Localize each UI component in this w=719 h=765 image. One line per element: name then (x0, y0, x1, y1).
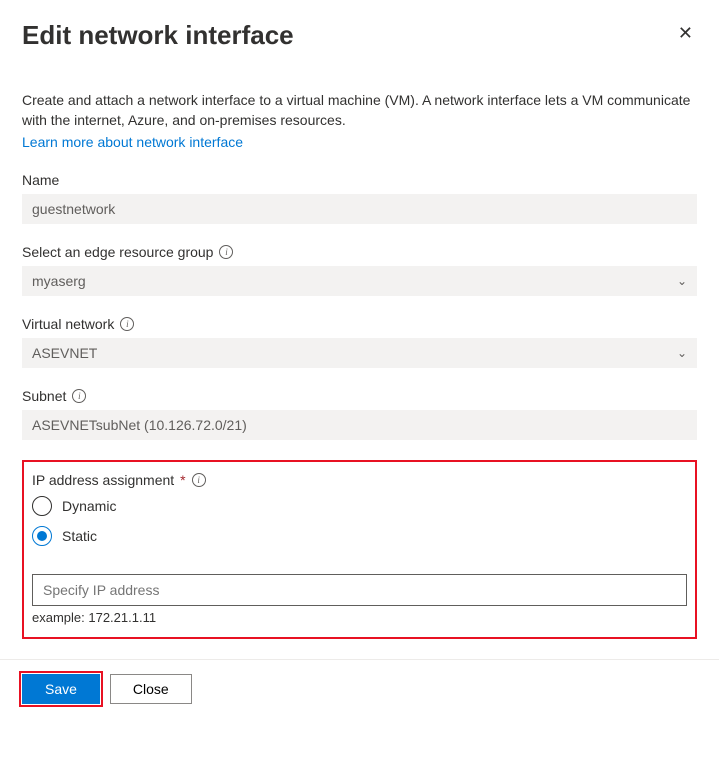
vnet-select[interactable]: ASEVNET ⌄ (22, 338, 697, 368)
name-input (22, 194, 697, 224)
radio-dot-icon (37, 531, 47, 541)
required-indicator: * (180, 472, 185, 488)
name-label: Name (22, 172, 59, 188)
ip-address-input[interactable] (32, 574, 687, 606)
ip-assignment-highlight-box: IP address assignment * i Dynamic Static… (22, 460, 697, 639)
radio-circle-icon (32, 496, 52, 516)
close-button[interactable]: Close (110, 674, 192, 704)
subnet-label: Subnet (22, 388, 66, 404)
radio-static[interactable]: Static (32, 526, 687, 546)
radio-circle-icon (32, 526, 52, 546)
vnet-label: Virtual network (22, 316, 114, 332)
chevron-down-icon: ⌄ (677, 346, 687, 360)
info-icon[interactable]: i (72, 389, 86, 403)
close-icon[interactable]: ✕ (674, 20, 697, 46)
resource-group-label: Select an edge resource group (22, 244, 213, 260)
resource-group-select[interactable]: myaserg ⌄ (22, 266, 697, 296)
subnet-input (22, 410, 697, 440)
chevron-down-icon: ⌄ (677, 274, 687, 288)
info-icon[interactable]: i (219, 245, 233, 259)
save-button[interactable]: Save (22, 674, 100, 704)
info-icon[interactable]: i (192, 473, 206, 487)
ip-assignment-label: IP address assignment (32, 472, 174, 488)
intro-description: Create and attach a network interface to… (22, 91, 697, 130)
learn-more-link[interactable]: Learn more about network interface (22, 134, 243, 150)
info-icon[interactable]: i (120, 317, 134, 331)
page-title: Edit network interface (22, 20, 294, 51)
vnet-value: ASEVNET (32, 345, 97, 361)
radio-dynamic-label: Dynamic (62, 498, 116, 514)
ip-example-text: example: 172.21.1.11 (32, 610, 687, 625)
radio-static-label: Static (62, 528, 97, 544)
radio-dynamic[interactable]: Dynamic (32, 496, 687, 516)
resource-group-value: myaserg (32, 273, 86, 289)
